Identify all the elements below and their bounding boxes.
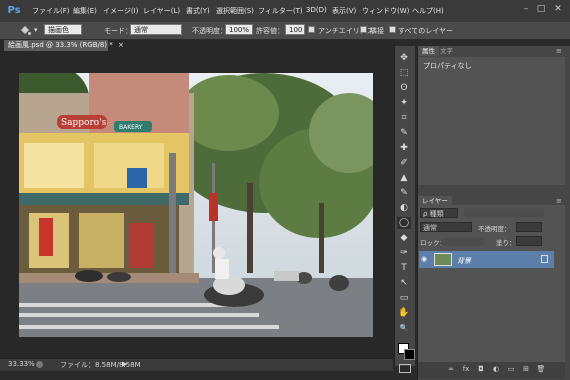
eyedropper-tool-icon[interactable]: ✎ — [397, 127, 411, 139]
fill-label: 塗り： — [496, 239, 516, 247]
contiguous-label: 隣接 — [370, 27, 384, 35]
status-bar — [0, 358, 393, 371]
layer-mask-icon[interactable]: ◘ — [476, 364, 486, 374]
stamp-tool-icon[interactable]: ▲ — [397, 172, 411, 184]
lock-icons[interactable] — [441, 238, 483, 246]
menu-help[interactable]: ヘルプ(H) — [412, 6, 444, 16]
layer-filter-select[interactable]: ρ 種類 — [420, 208, 458, 218]
properties-empty-text: プロパティなし — [423, 62, 472, 70]
menu-3d[interactable]: 3D(D) — [306, 6, 327, 14]
marquee-tool-icon[interactable]: ⬚ — [397, 67, 411, 79]
layer-opacity-label: 不透明度： — [478, 225, 511, 233]
file-size-info: ファイル：8.58M/8.58M — [60, 361, 141, 369]
adjustment-layer-icon[interactable]: ◐ — [491, 364, 501, 374]
quick-mask-icon[interactable] — [399, 364, 411, 373]
new-group-icon[interactable]: ▭ — [506, 364, 516, 374]
properties-panel — [418, 57, 565, 185]
menu-window[interactable]: ウィンドウ(W) — [362, 6, 409, 16]
document-tab-title: 絵画風.psd @ 33.3% (RGB/8) * — [8, 41, 113, 49]
menu-edit[interactable]: 編集(E) — [73, 6, 97, 16]
antialias-checkbox[interactable] — [308, 26, 315, 33]
background-color-swatch[interactable] — [404, 349, 415, 360]
mode-label: モード： — [104, 27, 132, 35]
minimize-button[interactable]: – — [520, 3, 532, 15]
move-tool-icon[interactable]: ✥ — [397, 52, 411, 64]
menu-file[interactable]: ファイル(F) — [32, 6, 70, 16]
menu-filter[interactable]: フィルター(T) — [258, 6, 303, 16]
layer-opacity-field[interactable] — [516, 222, 542, 232]
tolerance-field[interactable]: 100 — [285, 24, 305, 35]
layer-thumbnail — [434, 253, 452, 266]
menu-type[interactable]: 書式(Y) — [186, 6, 210, 16]
menu-image[interactable]: イメージ(I) — [103, 6, 138, 16]
zoom-level[interactable]: 33.33% — [8, 360, 35, 368]
layer-visibility-icon[interactable]: ◉ — [421, 255, 429, 263]
status-info-icon[interactable] — [36, 361, 43, 368]
hand-tool-icon[interactable]: ✋ — [397, 307, 411, 319]
tool-preset-picker[interactable]: ▾ — [34, 26, 38, 34]
fill-source-select[interactable]: 描画色 — [44, 24, 82, 35]
close-tab-icon[interactable]: × — [118, 41, 124, 49]
eraser-tool-icon[interactable]: ◐ — [397, 202, 411, 214]
painted-street-scene: Sapporo's BAKERY — [19, 73, 373, 337]
mode-select[interactable]: 通常 — [130, 24, 182, 35]
history-brush-tool-icon[interactable]: ✎ — [397, 187, 411, 199]
paint-bucket-tool-icon[interactable]: ◯ — [397, 217, 411, 229]
document-tab[interactable]: 絵画風.psd @ 33.3% (RGB/8) * × — [4, 40, 124, 51]
new-layer-icon[interactable]: ⊞ — [521, 364, 531, 374]
crop-tool-icon[interactable]: ⌗ — [397, 112, 411, 124]
tab-character[interactable]: 文字 — [436, 46, 457, 56]
all-layers-checkbox[interactable] — [389, 26, 396, 33]
status-menu-arrow[interactable]: ▶ — [122, 360, 127, 368]
layer-style-icon[interactable]: fx — [461, 364, 471, 374]
shop-sign-text: Sapporo's — [61, 118, 107, 128]
healing-tool-icon[interactable]: ✚ — [397, 142, 411, 154]
shop-badge-text: BAKERY — [119, 124, 143, 131]
maximize-button[interactable]: □ — [535, 3, 547, 15]
delete-layer-icon[interactable]: 🗑 — [536, 364, 546, 374]
photoshop-logo: Ps — [7, 5, 21, 16]
contiguous-checkbox[interactable] — [360, 26, 367, 33]
type-tool-icon[interactable]: T — [397, 262, 411, 274]
tolerance-label: 許容値： — [256, 27, 284, 35]
path-select-tool-icon[interactable]: ↖ — [397, 277, 411, 289]
layers-panel-menu-icon[interactable]: ≡ — [556, 197, 562, 205]
menu-layer[interactable]: レイヤー(L) — [143, 6, 180, 16]
zoom-tool-icon[interactable]: 🔍 — [397, 322, 411, 334]
panel-menu-icon[interactable]: ≡ — [556, 47, 562, 55]
quick-select-tool-icon[interactable]: ✦ — [397, 97, 411, 109]
layer-fill-field[interactable] — [516, 236, 542, 246]
layer-filter-icons[interactable] — [464, 209, 544, 217]
layer-lock-icon — [541, 255, 548, 263]
brush-tool-icon[interactable]: ✐ — [397, 157, 411, 169]
paint-bucket-icon[interactable] — [18, 24, 32, 37]
all-layers-label: すべてのレイヤー — [398, 27, 454, 35]
shape-tool-icon[interactable]: ▭ — [397, 292, 411, 304]
blur-tool-icon[interactable]: ◆ — [397, 232, 411, 244]
lasso-tool-icon[interactable]: ʘ — [397, 82, 411, 94]
image-canvas[interactable]: Sapporo's BAKERY — [19, 73, 373, 337]
opacity-field[interactable]: 100% — [225, 24, 253, 35]
layer-name[interactable]: 背景 — [457, 256, 471, 266]
link-layers-icon[interactable]: ∞ — [446, 364, 456, 374]
menu-select[interactable]: 選択範囲(S) — [216, 6, 254, 16]
close-window-button[interactable]: ✕ — [552, 3, 564, 15]
menu-view[interactable]: 表示(V) — [332, 6, 356, 16]
layer-blend-mode-select[interactable]: 通常 — [420, 222, 472, 232]
pen-tool-icon[interactable]: ✑ — [397, 247, 411, 259]
opacity-label: 不透明度： — [192, 27, 227, 35]
